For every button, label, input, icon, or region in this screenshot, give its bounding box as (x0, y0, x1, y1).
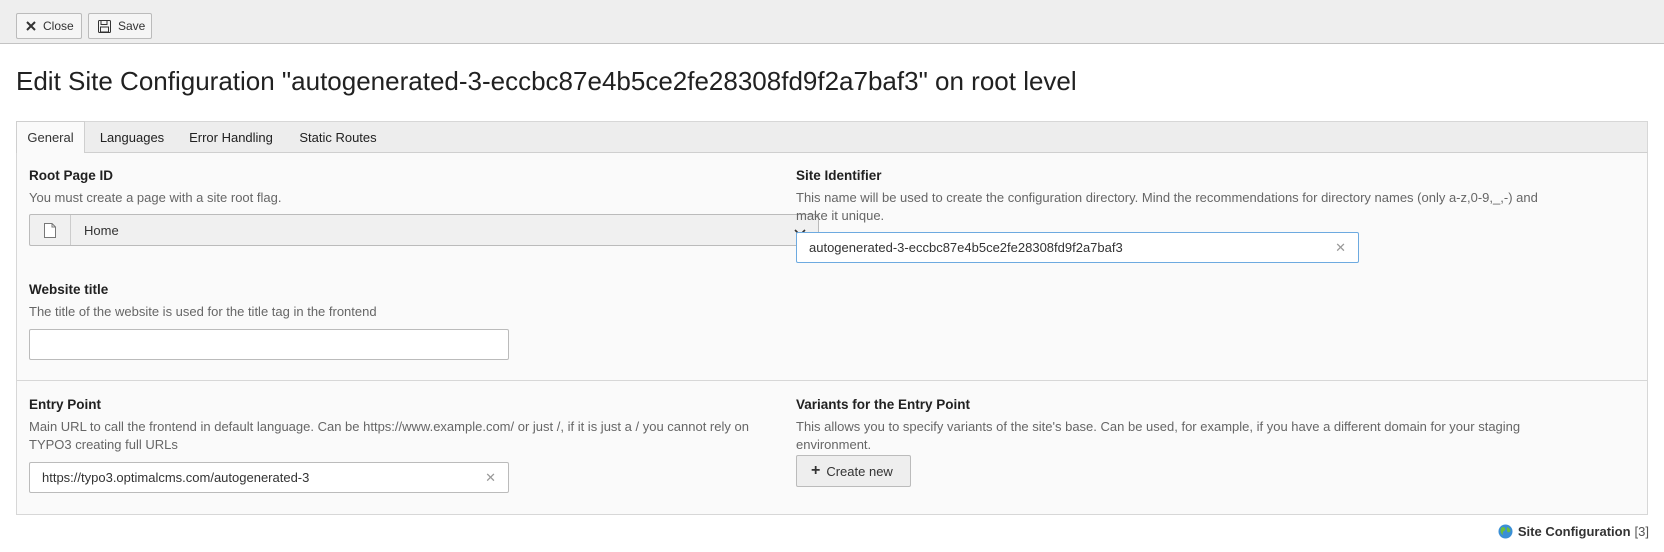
root-page-select[interactable]: Home (29, 214, 819, 246)
site-identifier-value: autogenerated-3-eccbc87e4b5ce2fe28308fd9… (809, 240, 1123, 255)
page-title: Edit Site Configuration "autogenerated-3… (16, 66, 1077, 96)
entry-point-value: https://typo3.optimalcms.com/autogenerat… (42, 470, 310, 485)
close-icon (26, 21, 36, 31)
site-identifier-description: This name will be used to create the con… (796, 190, 1538, 223)
create-new-label: Create new (826, 463, 893, 479)
entry-point-label: Entry Point (29, 397, 102, 412)
close-button[interactable]: Close (16, 13, 82, 39)
tab-label: Static Routes (299, 130, 377, 145)
save-label: Save (118, 19, 146, 33)
website-title-description: The title of the website is used for the… (29, 304, 377, 319)
site-identifier-label: Site Identifier (796, 168, 882, 183)
plus-icon: + (811, 462, 821, 479)
variants-label: Variants for the Entry Point (796, 397, 971, 412)
tab-bar: General Languages Error Handling Static … (16, 121, 1648, 154)
save-icon (98, 19, 111, 33)
root-page-description: You must create a page with a site root … (29, 190, 282, 205)
save-button[interactable]: Save (88, 13, 152, 39)
root-page-value: Home (84, 223, 119, 238)
site-identifier-input[interactable]: autogenerated-3-eccbc87e4b5ce2fe28308fd9… (796, 232, 1359, 263)
section-divider (17, 380, 1647, 381)
record-uid: [3] (1634, 523, 1649, 539)
tab-error-handling[interactable]: Error Handling (187, 121, 275, 154)
tab-label: Languages (99, 130, 165, 145)
entry-point-input[interactable]: https://typo3.optimalcms.com/autogenerat… (29, 462, 509, 493)
website-title-input[interactable] (29, 329, 509, 360)
tab-languages[interactable]: Languages (99, 121, 165, 154)
record-footer: Site Configuration [3] (1498, 522, 1649, 540)
globe-icon (1498, 524, 1513, 539)
doc-header-toolbar: Close Save (0, 0, 1664, 44)
tab-label: General (27, 130, 74, 145)
create-new-variant-button[interactable]: + Create new (796, 455, 911, 487)
record-type: Site Configuration (1517, 523, 1631, 539)
close-label: Close (43, 19, 74, 33)
page-icon (30, 215, 71, 245)
website-title-label: Website title (29, 282, 109, 297)
general-tab-panel: Root Page ID You must create a page with… (16, 153, 1648, 515)
variants-description: This allows you to specify variants of t… (796, 419, 1521, 452)
tab-label: Error Handling (189, 130, 273, 145)
clear-icon[interactable]: ✕ (1335, 241, 1346, 255)
tab-general[interactable]: General (16, 121, 85, 154)
clear-icon[interactable]: ✕ (485, 471, 496, 485)
root-page-label: Root Page ID (29, 168, 114, 183)
tab-static-routes[interactable]: Static Routes (296, 121, 380, 154)
entry-point-description: Main URL to call the frontend in default… (29, 419, 749, 452)
